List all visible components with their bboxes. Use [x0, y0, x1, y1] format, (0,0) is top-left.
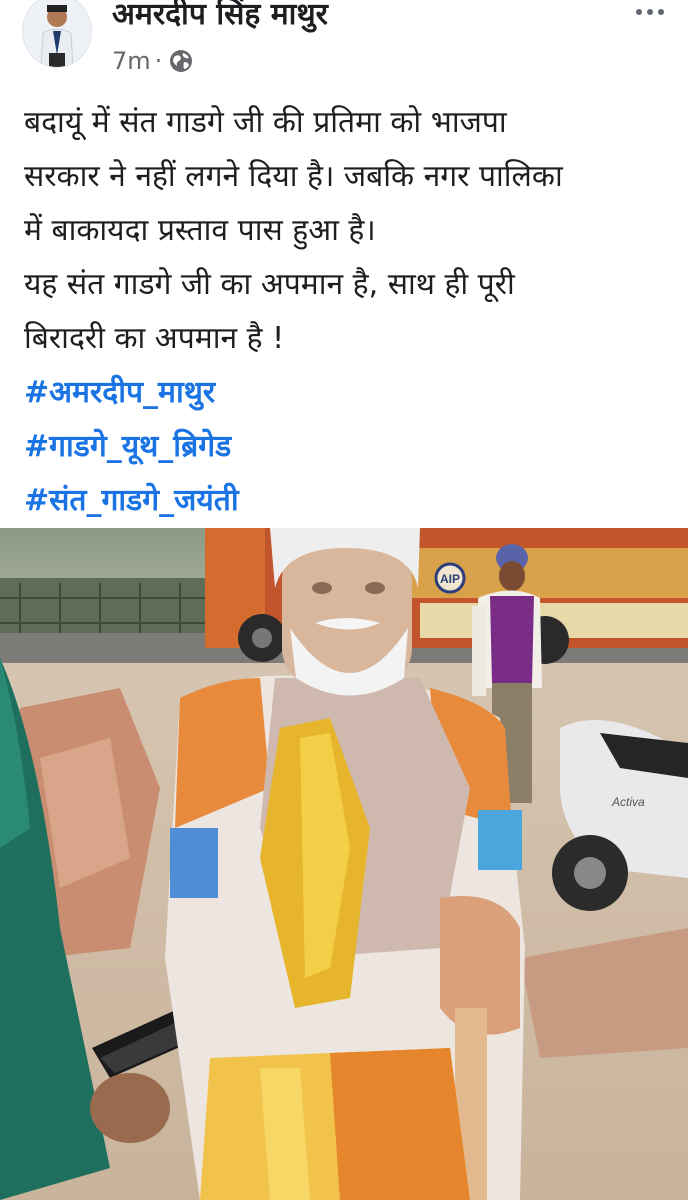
post-text-line: में बाकायदा प्रस्ताव पास हुआ है। [24, 213, 376, 248]
more-horizontal-icon [636, 9, 642, 15]
more-options-button[interactable] [636, 0, 670, 24]
post-text-line: बदायूं में संत गाडगे जी की प्रतिमा को भा… [24, 105, 507, 140]
statue-photo: AIP Activa [0, 528, 688, 1200]
truck-logo-text: AIP [440, 572, 460, 586]
post-body: बदायूं में संत गाडगे जी की प्रतिमा को भा… [24, 96, 674, 528]
hashtag-link[interactable]: #संत_गाडगे_जयंती [24, 474, 674, 528]
scooter-badge: Activa [611, 795, 645, 809]
author-name[interactable]: अमरदीप सिंह माथुर [112, 0, 328, 33]
avatar[interactable] [22, 0, 92, 68]
hashtag-link[interactable]: #गाडगे_यूथ_ब्रिगेड [24, 420, 674, 474]
post-header: अमरदीप सिंह माथुर 7m · [0, 0, 688, 80]
post-text-line: सरकार ने नहीं लगने दिया है। जबकि नगर पाल… [24, 159, 563, 194]
post-text-line: बिरादरी का अपमान है ! [24, 321, 285, 356]
meta-separator: · [154, 47, 163, 75]
post-time[interactable]: 7m [112, 47, 151, 75]
avatar-image [23, 0, 91, 67]
post-text-line: यह संत गाडगे जी का अपमान है, साथ ही पूरी [24, 267, 515, 302]
post-meta: 7m · [112, 44, 194, 78]
globe-icon[interactable] [168, 48, 194, 74]
post-photo[interactable]: AIP Activa [0, 528, 688, 1200]
hashtag-link[interactable]: #अमरदीप_माथुर [24, 366, 674, 420]
